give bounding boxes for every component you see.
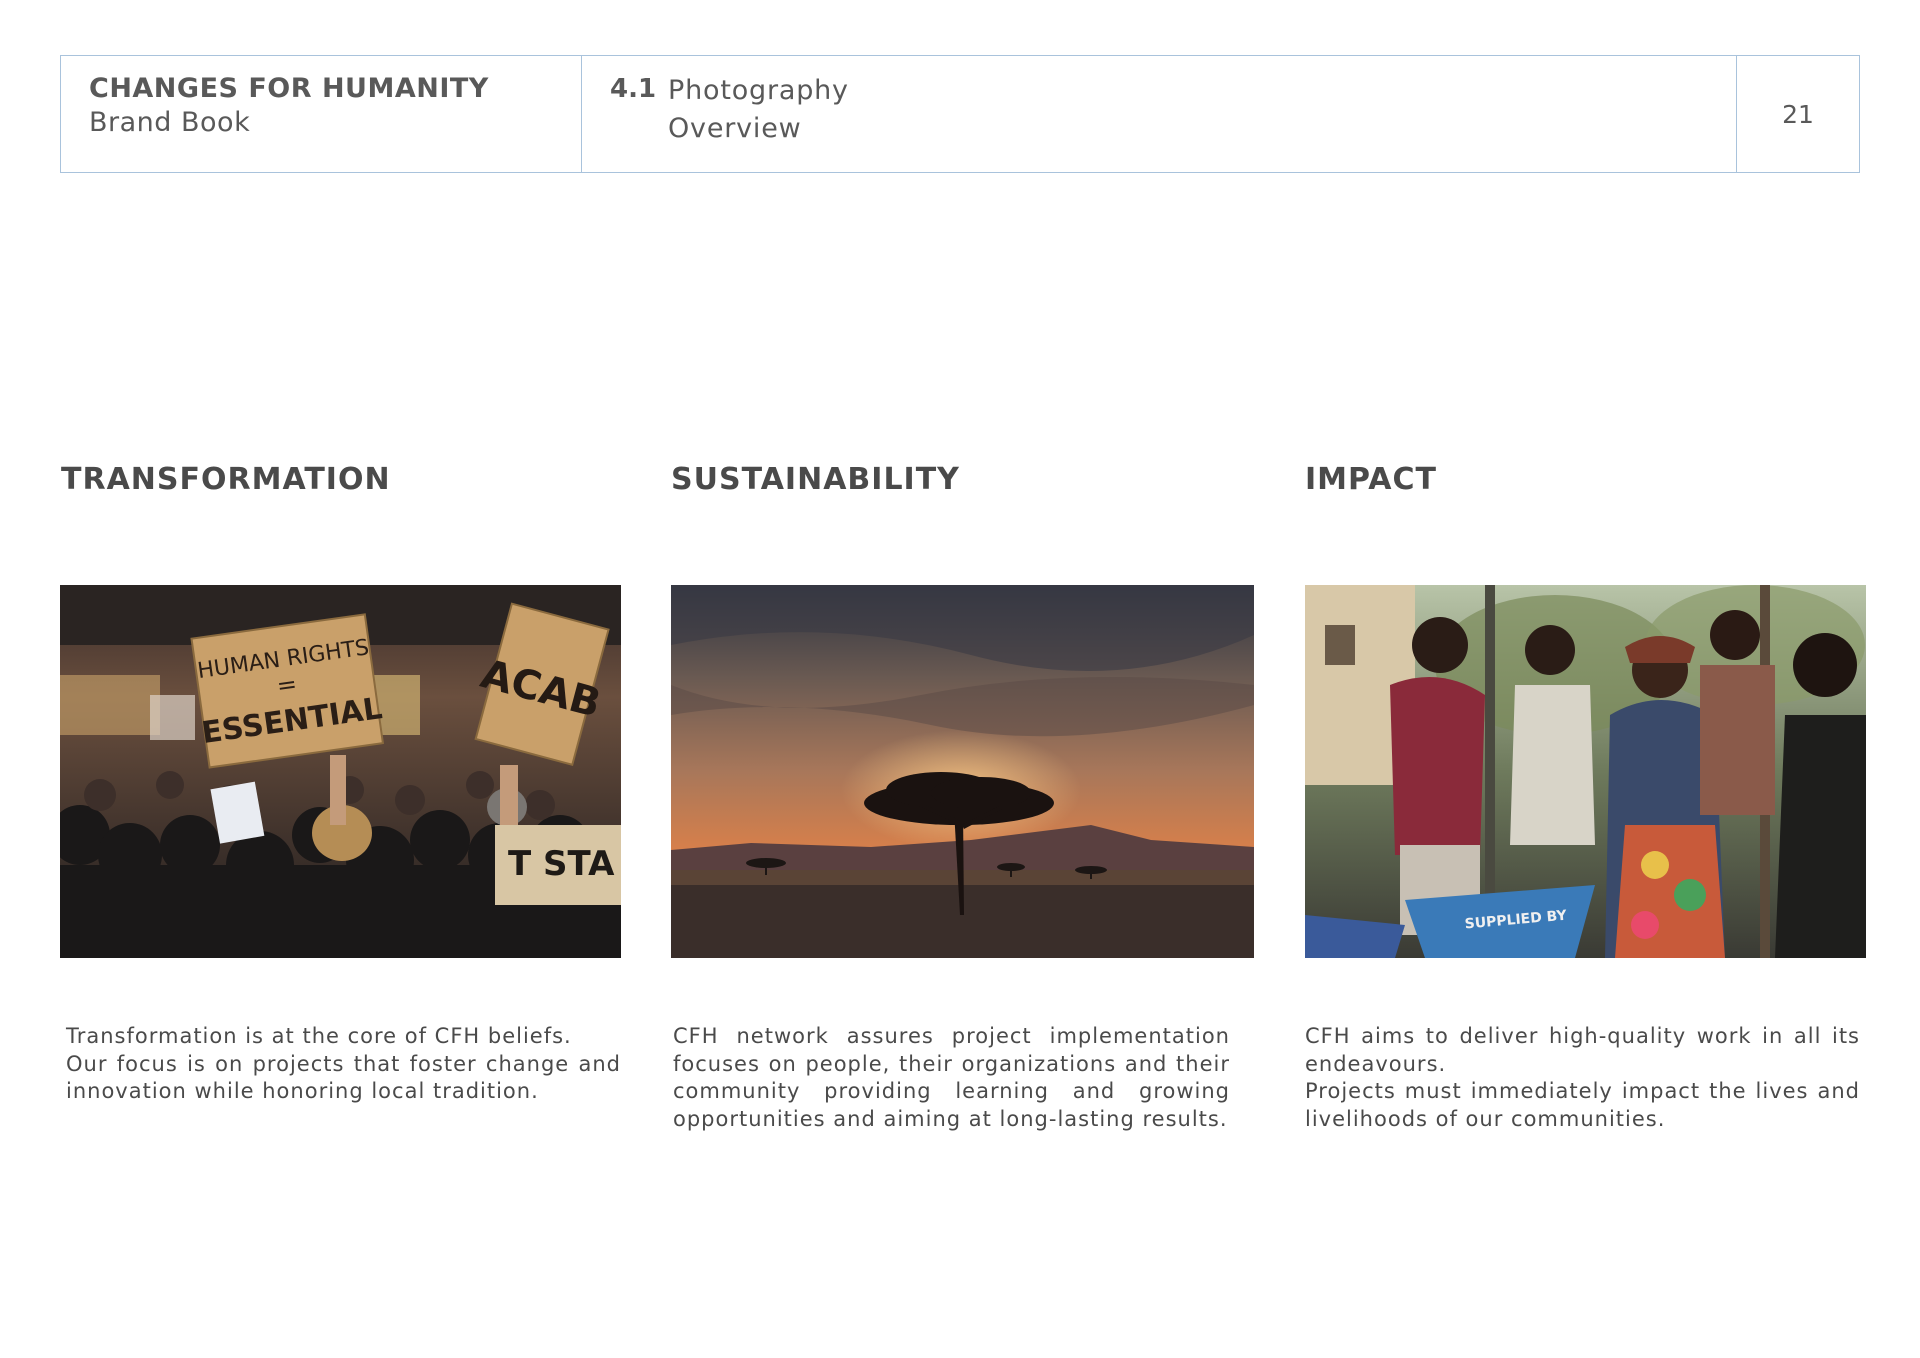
sign-text-line2: = [275, 670, 299, 701]
brand-title: CHANGES FOR HUMANITY [89, 73, 489, 104]
protest-crowd-photo: HUMAN RIGHTS = ESSENTIAL ACAB T STA [60, 585, 621, 958]
transformation-title: TRANSFORMATION [61, 462, 391, 497]
paragraph: Projects must immediately impact the liv… [1305, 1079, 1860, 1131]
paragraph: Transformation is at the core of CFH bel… [66, 1024, 572, 1048]
impact-title: IMPACT [1305, 462, 1437, 497]
savanna-sunset-tree-photo [671, 585, 1254, 958]
paragraph: CFH aims to deliver high-quality work in… [1305, 1024, 1860, 1076]
sign-3-text: T STA [508, 844, 615, 884]
page-number: 21 [1782, 99, 1814, 129]
brand-block: CHANGES FOR HUMANITY Brand Book [61, 56, 582, 172]
section-number: 4.1 [610, 74, 657, 104]
paragraph: CFH network assures project implementati… [673, 1024, 1230, 1131]
paragraph: Our focus is on projects that foster cha… [66, 1051, 621, 1104]
impact-description: CFH aims to deliver high-quality work in… [1305, 1023, 1860, 1133]
section-title: Photography [668, 75, 849, 106]
community-work-photo: SUPPLIED BY [1305, 585, 1866, 958]
section-subtitle: Overview [668, 113, 802, 144]
transformation-description: Transformation is at the core of CFH bel… [66, 1023, 621, 1106]
page-header: CHANGES FOR HUMANITY Brand Book 4.1 Phot… [60, 55, 1860, 173]
section-block: 4.1 Photography Overview [582, 56, 1737, 172]
sustainability-description: CFH network assures project implementati… [673, 1023, 1230, 1133]
sustainability-title: SUSTAINABILITY [671, 462, 960, 497]
brand-subtitle: Brand Book [89, 107, 251, 138]
